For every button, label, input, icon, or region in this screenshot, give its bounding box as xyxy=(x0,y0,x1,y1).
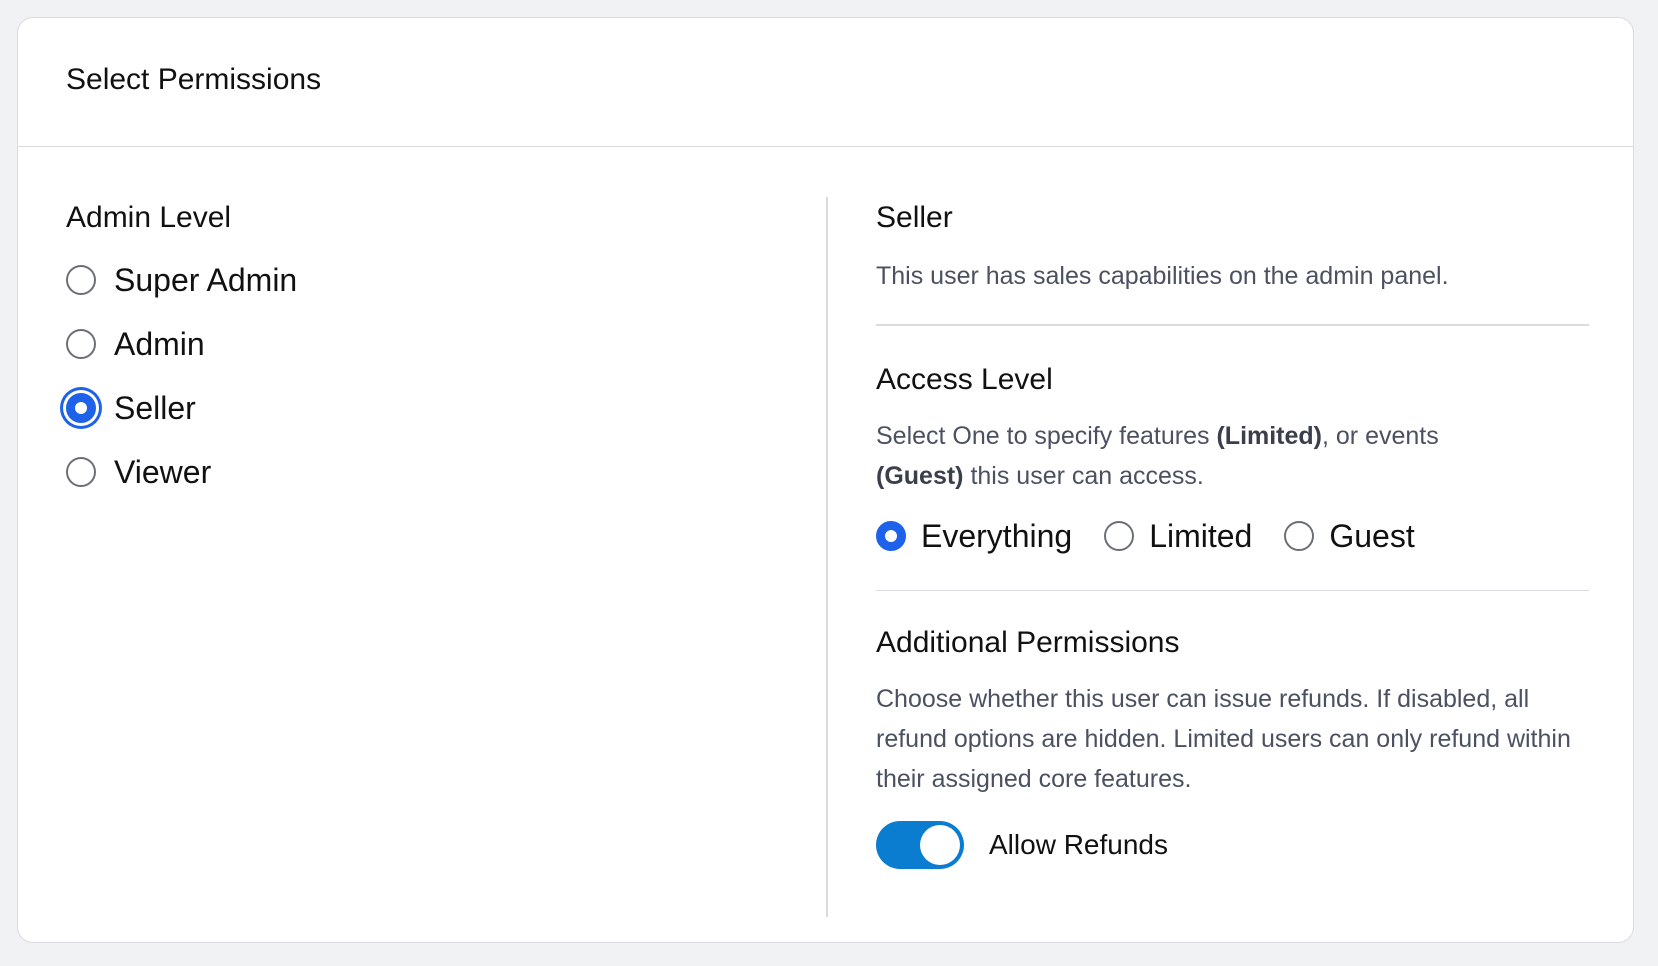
radio-button[interactable] xyxy=(66,457,96,487)
card-header: Select Permissions xyxy=(18,18,1633,147)
allow-refunds-label: Allow Refunds xyxy=(989,829,1168,860)
radio-option-seller[interactable]: Seller xyxy=(66,388,786,428)
additional-permissions-title: Additional Permissions xyxy=(876,626,1180,659)
access-level-description: Select One to specify features (Limited)… xyxy=(876,421,1439,490)
radio-label: Viewer xyxy=(114,454,212,490)
radio-option-super-admin[interactable]: Super Admin xyxy=(66,260,786,300)
allow-refunds-toggle[interactable] xyxy=(876,821,964,869)
radio-button-selected[interactable] xyxy=(66,393,96,423)
radio-button-selected[interactable] xyxy=(876,520,906,551)
radio-label: Admin xyxy=(114,326,205,362)
role-details-panel: Seller This user has sales capabilities … xyxy=(876,200,1591,869)
limited-emphasis: (Limited) xyxy=(1216,421,1323,450)
radio-option-admin[interactable]: Admin xyxy=(66,324,786,364)
radio-button[interactable] xyxy=(66,329,96,359)
radio-option-everything[interactable]: Everything xyxy=(876,514,1072,558)
admin-level-title: Admin Level xyxy=(66,201,232,234)
role-title: Seller xyxy=(876,201,953,234)
card-title: Select Permissions xyxy=(66,63,322,96)
radio-button[interactable] xyxy=(1284,520,1315,551)
radio-label: Super Admin xyxy=(114,262,298,298)
radio-label: Seller xyxy=(114,390,196,426)
section-divider xyxy=(876,589,1589,591)
permissions-card: Select Permissions Admin Level Super Adm… xyxy=(17,17,1634,943)
radio-button[interactable] xyxy=(1104,520,1135,551)
allow-refunds-row: Allow Refunds xyxy=(876,821,1591,869)
access-level-radio-group: Everything Limited Guest xyxy=(876,514,1591,558)
guest-emphasis: (Guest) xyxy=(876,461,964,490)
access-level-title: Access Level xyxy=(876,362,1053,396)
additional-permissions-description: Choose whether this user can issue refun… xyxy=(876,685,1571,793)
radio-option-limited[interactable]: Limited xyxy=(1104,514,1252,558)
toggle-knob xyxy=(920,825,960,865)
radio-option-viewer[interactable]: Viewer xyxy=(66,452,786,492)
role-description: This user has sales capabilities on the … xyxy=(876,262,1449,290)
radio-label: Guest xyxy=(1329,517,1415,554)
radio-button[interactable] xyxy=(66,265,96,295)
vertical-divider xyxy=(826,197,828,917)
radio-label: Limited xyxy=(1149,517,1253,554)
admin-level-section: Admin Level Super Admin Admin Seller Vie… xyxy=(66,200,786,516)
radio-label: Everything xyxy=(921,517,1073,554)
section-divider xyxy=(876,324,1589,326)
radio-option-guest[interactable]: Guest xyxy=(1284,514,1415,558)
admin-level-radio-group: Super Admin Admin Seller Viewer xyxy=(66,260,786,492)
